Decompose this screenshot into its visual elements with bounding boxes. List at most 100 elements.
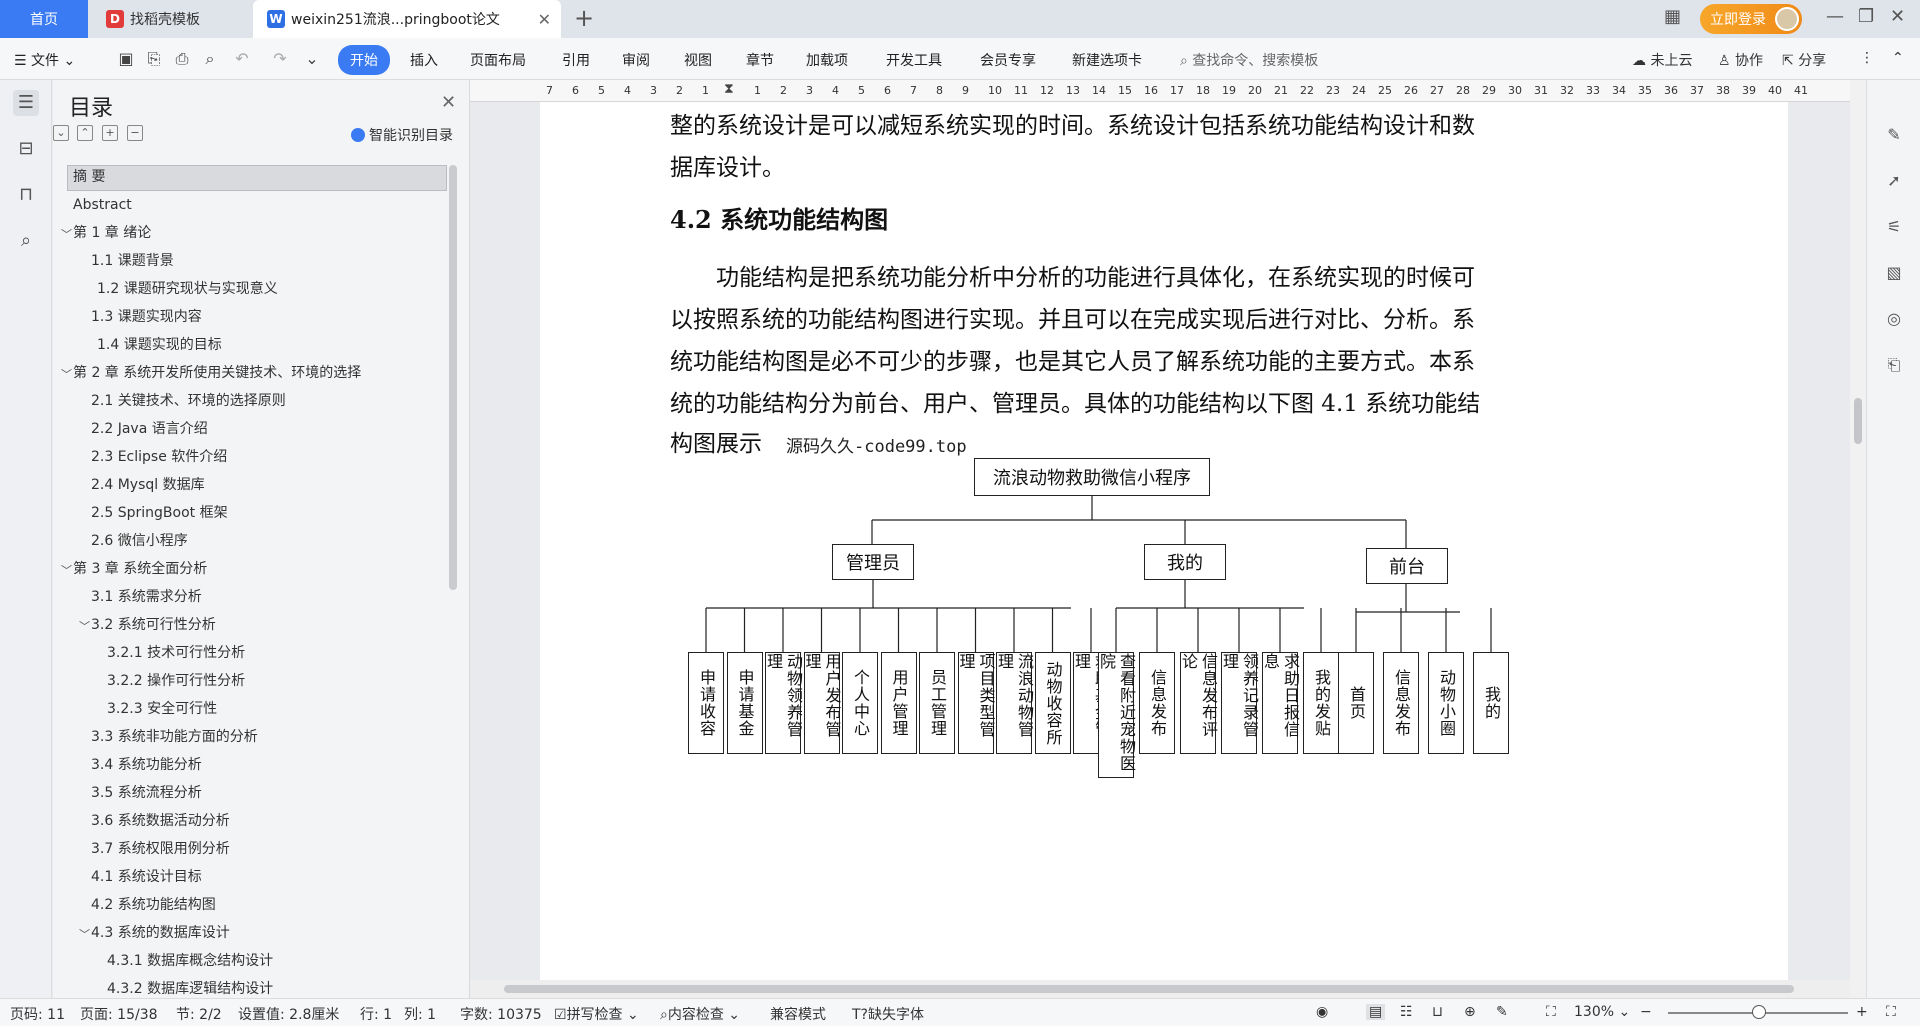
restore-icon[interactable]: ❐ (1858, 6, 1874, 27)
toc-item[interactable]: 第 1 章 绪论 (73, 221, 151, 245)
tab-daoke[interactable]: D 找稻壳模板 (90, 0, 250, 38)
eye-protect-icon[interactable]: ◉ (1316, 1004, 1328, 1020)
pen-icon[interactable]: ✎ (1883, 124, 1905, 146)
menu-addins[interactable]: 加载项 (806, 50, 848, 70)
reading-view-icon[interactable]: ⊔ (1432, 1004, 1443, 1020)
toc-item[interactable]: 2.2 Java 语言介绍 (91, 417, 208, 441)
horizontal-scrollbar[interactable] (470, 980, 1850, 998)
toc-scrollbar[interactable] (449, 165, 457, 590)
close-window-icon[interactable]: ✕ (1890, 6, 1905, 27)
expand-up-icon[interactable]: ⌃ (77, 125, 93, 141)
web-view-icon[interactable]: ⊕ (1464, 1004, 1476, 1020)
toc-item[interactable]: 3.6 系统数据活动分析 (91, 809, 230, 833)
toc-item[interactable]: 3.1 系统需求分析 (91, 585, 202, 609)
toc-item[interactable]: 2.6 微信小程序 (91, 529, 188, 553)
vertical-scroll-thumb[interactable] (1854, 398, 1862, 444)
redo-icon[interactable]: ↷ (270, 49, 290, 69)
menu-devtools[interactable]: 开发工具 (886, 50, 942, 70)
spell-check-button[interactable]: ☑拼写检查 ⌄ (554, 1004, 639, 1024)
toc-item[interactable]: 4.1 系统设计目标 (91, 865, 202, 889)
chevron-down-icon[interactable]: ﹀ (61, 366, 72, 382)
toc-item[interactable]: 1.1 课题背景 (91, 249, 174, 273)
status-word-count[interactable]: 字数: 10375 (460, 1004, 542, 1024)
toc-item[interactable]: 4.3 系统的数据库设计 (91, 921, 230, 945)
indent-marker[interactable]: ⧗ (724, 81, 734, 97)
toc-item[interactable]: 2.1 关键技术、环境的选择原则 (91, 389, 286, 413)
menu-new-tab[interactable]: 新建选项卡 (1072, 50, 1142, 70)
cursor-icon[interactable]: ➚ (1883, 170, 1905, 192)
menu-start[interactable]: 开始 (338, 45, 390, 75)
grid-apps-icon[interactable]: ▦ (1664, 6, 1681, 27)
cloud-button[interactable]: ☁ 未上云 (1632, 50, 1692, 70)
menu-insert[interactable]: 插入 (410, 50, 438, 70)
zoom-slider-knob[interactable] (1752, 1005, 1766, 1019)
content-check-button[interactable]: ⌕内容检查 ⌄ (660, 1004, 740, 1024)
toc-item[interactable]: 1.3 课题实现内容 (91, 305, 202, 329)
folder-icon[interactable]: ⊟ (13, 136, 39, 162)
toc-item[interactable]: 第 2 章 系统开发所使用关键技术、环境的选择 (73, 361, 361, 385)
close-tab-icon[interactable]: ✕ (538, 10, 551, 29)
menu-chapter[interactable]: 章节 (746, 50, 774, 70)
add-item-icon[interactable]: + (102, 125, 118, 141)
document-page[interactable]: 整的系统设计是可以减短系统实现的时间。系统设计包括系统功能结构设计和数 据库设计… (540, 102, 1788, 998)
toc-item[interactable]: 3.3 系统非功能方面的分析 (91, 725, 258, 749)
more-icon[interactable]: ⋮ (1860, 50, 1874, 66)
chevron-down-icon[interactable]: ﹀ (79, 618, 90, 634)
toc-item[interactable]: 2.5 SpringBoot 框架 (91, 501, 228, 525)
zoom-out-icon[interactable]: − (1640, 1004, 1652, 1020)
toc-item[interactable]: 1.2 课题研究现状与实现意义 (97, 277, 278, 301)
menu-page-layout[interactable]: 页面布局 (470, 50, 526, 70)
toc-item[interactable]: 4.3.1 数据库概念结构设计 (107, 949, 273, 973)
status-setting[interactable]: 设置值: 2.8厘米 (238, 1004, 339, 1024)
settings-sliders-icon[interactable]: ⚟ (1883, 216, 1905, 238)
preview-icon[interactable]: ⌕ (200, 49, 220, 69)
toc-item[interactable]: 3.5 系统流程分析 (91, 781, 202, 805)
menu-references[interactable]: 引用 (562, 50, 590, 70)
collab-button[interactable]: ♙ 协作 (1718, 50, 1763, 70)
zoom-level[interactable]: 130% ⌄ (1574, 1004, 1630, 1020)
chevron-down-icon[interactable]: ﹀ (79, 926, 90, 942)
export-icon[interactable]: ⎘ (144, 49, 164, 69)
toc-item[interactable]: Abstract (73, 193, 132, 217)
minimize-icon[interactable]: — (1826, 6, 1844, 27)
share-button[interactable]: ⇱ 分享 (1782, 50, 1826, 70)
close-icon[interactable]: ✕ (441, 92, 456, 113)
menu-review[interactable]: 审阅 (622, 50, 650, 70)
smart-toc-button[interactable]: 智能识别目录 (351, 125, 453, 145)
undo-icon[interactable]: ↶ (232, 49, 252, 69)
toc-panel-icon[interactable]: ☰ (13, 90, 39, 116)
remove-item-icon[interactable]: − (127, 125, 143, 141)
search-icon[interactable]: ⌕ (13, 228, 39, 254)
toc-item[interactable]: 摘 要 (73, 165, 105, 189)
image-tool-icon[interactable]: ▧ (1883, 262, 1905, 284)
missing-font-button[interactable]: T?缺失字体 (852, 1004, 924, 1024)
chevron-down-icon[interactable]: ﹀ (61, 562, 72, 578)
tab-home[interactable]: 首页 (0, 0, 88, 38)
vertical-scrollbar[interactable] (1850, 80, 1866, 998)
print-icon[interactable]: ⎙ (172, 49, 192, 69)
zoom-in-icon[interactable]: + (1856, 1004, 1868, 1020)
outline-view-icon[interactable]: ☷ (1400, 1004, 1413, 1020)
toc-item[interactable]: 3.7 系统权限用例分析 (91, 837, 230, 861)
toc-item[interactable]: 3.2 系统可行性分析 (91, 613, 216, 637)
command-search[interactable]: ⌕ 查找命令、搜索模板 (1180, 50, 1318, 70)
toc-item[interactable]: 3.4 系统功能分析 (91, 753, 202, 777)
collapse-ribbon-icon[interactable]: ⌃ (1892, 50, 1904, 66)
menu-view[interactable]: 视图 (684, 50, 712, 70)
toc-item[interactable]: 1.4 课题实现的目标 (97, 333, 222, 357)
more-dropdown-icon[interactable]: ⌄ (302, 49, 322, 69)
file-menu[interactable]: ☰ 文件 ⌄ (14, 50, 75, 70)
location-icon[interactable]: ◎ (1883, 308, 1905, 330)
login-button[interactable]: 立即登录 (1700, 4, 1802, 34)
toc-item[interactable]: 2.3 Eclipse 软件介绍 (91, 445, 227, 469)
book-search-icon[interactable]: ⎗ (1883, 354, 1905, 376)
page-view-icon[interactable]: ▤ (1366, 1004, 1386, 1020)
save-icon[interactable]: ▣ (116, 49, 136, 69)
chevron-down-icon[interactable]: ﹀ (61, 226, 72, 242)
menu-member[interactable]: 会员专享 (980, 50, 1036, 70)
fit-width-icon[interactable]: ⛶ (1546, 1004, 1556, 1020)
toc-item[interactable]: 4.2 系统功能结构图 (91, 893, 216, 917)
toc-item[interactable]: 3.2.2 操作可行性分析 (107, 669, 245, 693)
toc-item[interactable]: 2.4 Mysql 数据库 (91, 473, 205, 497)
write-view-icon[interactable]: ✎ (1496, 1004, 1508, 1020)
